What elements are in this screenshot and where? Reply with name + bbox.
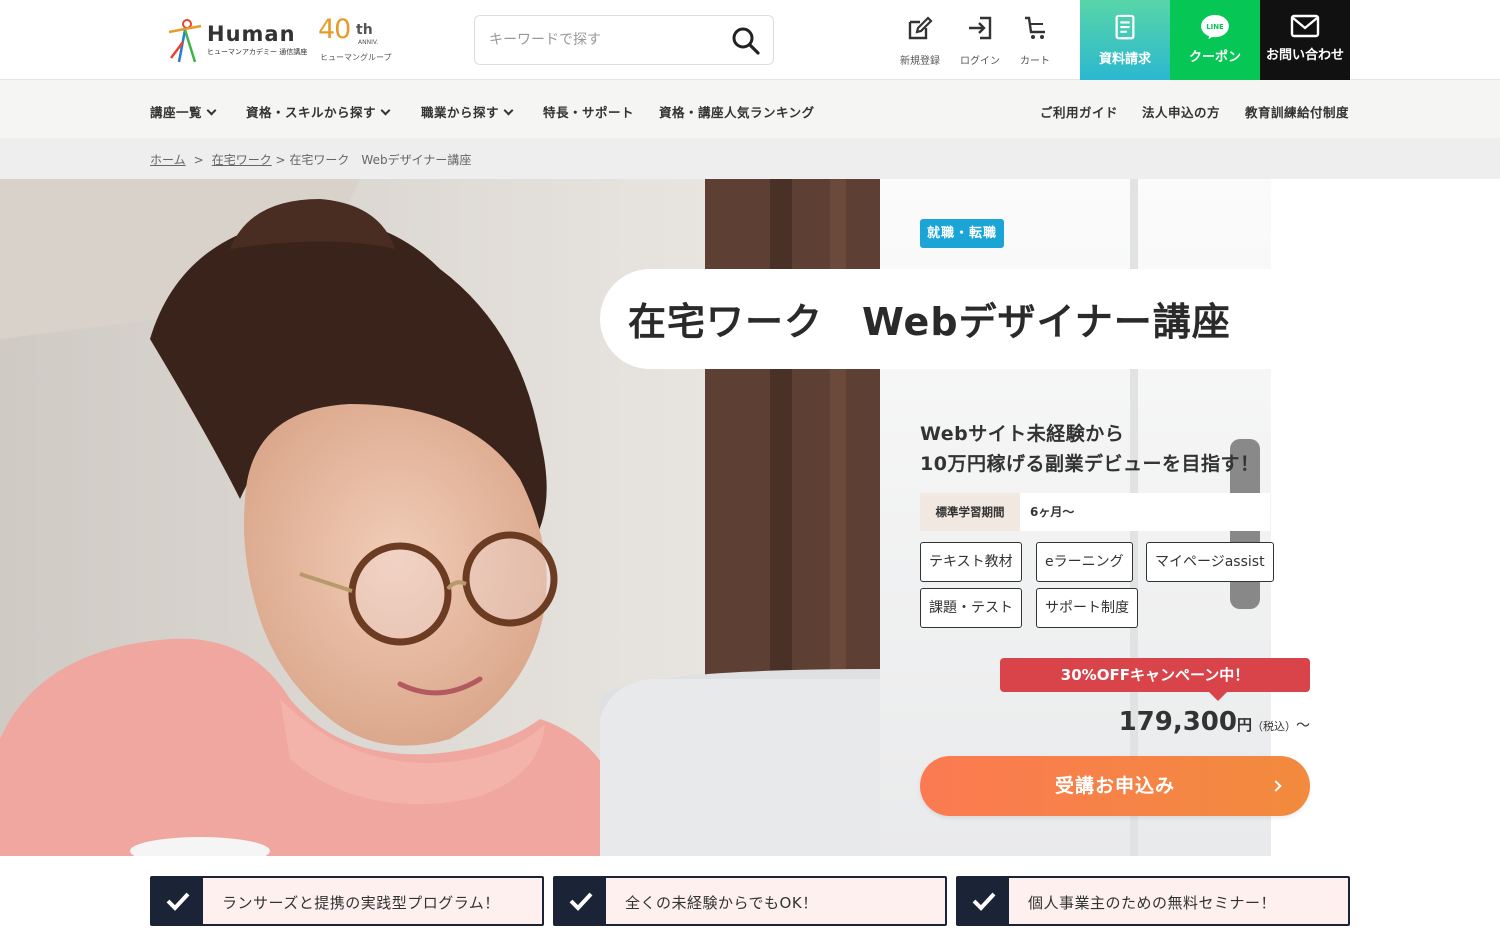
nav-search-by-skill-label: 資格・スキルから探す [246, 105, 377, 120]
breadcrumb-home[interactable]: ホーム [150, 153, 186, 167]
price-amount: 179,300 [1118, 707, 1237, 737]
register-link[interactable]: 新規登録 [895, 12, 945, 70]
price-tax-note: （税込） [1252, 720, 1296, 733]
human-figure-logo-icon [168, 19, 202, 63]
study-period: 標準学習期間 6ヶ月〜 [920, 493, 1270, 531]
feature-elearning: eラーニング [1036, 542, 1133, 582]
course-hero: 就職・転職 在宅ワーク Webデザイナー講座 Webサイト未経験から 10万円稼… [0, 179, 1500, 856]
catchphrase-line-2: 10万円稼げる副業デビューを目指す！ [920, 453, 1260, 475]
check-box [958, 878, 1009, 924]
selling-point: 個人事業主のための無料セミナー！ [956, 876, 1350, 926]
login-link[interactable]: ログイン [955, 12, 1005, 70]
feature-text-materials: テキスト教材 [920, 542, 1022, 582]
cart-link[interactable]: カート [1010, 12, 1060, 70]
login-label: ログイン [960, 56, 1000, 67]
request-docs-label: 資料請求 [1098, 52, 1151, 67]
human-academy-logo[interactable]: Human ヒューマンアカデミー 通信講座 [165, 16, 315, 66]
mail-icon [1290, 14, 1320, 38]
anniversary-logo: 40 th ANNIV. ヒューマングループ [318, 14, 398, 66]
nav-ranking[interactable]: 資格・講座人気ランキング [659, 102, 815, 121]
cart-label: カート [1020, 56, 1050, 67]
nav-corporate[interactable]: 法人申込の方 [1142, 102, 1220, 121]
breadcrumb-category[interactable]: 在宅ワーク [212, 153, 272, 167]
feature-assignments: 課題・テスト [920, 588, 1022, 628]
nav-course-list[interactable]: 講座一覧 [150, 102, 217, 121]
svg-text:LINE: LINE [1206, 23, 1224, 31]
nav-features-support[interactable]: 特長・サポート [543, 102, 634, 121]
site-header: Human ヒューマンアカデミー 通信講座 40 th ANNIV. ヒューマン… [0, 0, 1500, 80]
course-title: 在宅ワーク Webデザイナー講座 [628, 300, 1231, 344]
selling-point-text: ランサーズと提携の実践型プログラム！ [222, 894, 500, 912]
cart-icon [1025, 16, 1045, 39]
search-input[interactable] [489, 28, 719, 52]
selling-point: ランサーズと提携の実践型プログラム！ [150, 876, 544, 926]
anniversary-group: ヒューマングループ [320, 53, 392, 62]
study-period-label: 標準学習期間 [920, 493, 1020, 531]
coupon-button[interactable]: LINE クーポン [1170, 0, 1260, 80]
study-period-value: 6ヶ月〜 [1030, 505, 1075, 519]
line-icon: LINE [1201, 14, 1229, 40]
apply-button[interactable]: 受講お申込み [920, 756, 1310, 816]
price-currency: 円 [1236, 716, 1252, 734]
campaign-pointer [1209, 692, 1227, 701]
selling-point-text: 個人事業主のための無料セミナー！ [1028, 894, 1277, 912]
check-icon [166, 892, 190, 911]
register-label: 新規登録 [900, 56, 940, 67]
nav-search-by-job[interactable]: 職業から探す [421, 102, 514, 121]
nav-course-list-label: 講座一覧 [150, 105, 203, 120]
hero-right-margin [1271, 179, 1500, 856]
contact-button[interactable]: お問い合わせ [1260, 0, 1350, 80]
edit-icon [908, 16, 933, 40]
chevron-down-icon [380, 105, 391, 116]
logo-subtitle: ヒューマンアカデミー 通信講座 [207, 48, 308, 56]
selling-point-text: 全くの未経験からでもOK！ [625, 894, 818, 912]
apply-label: 受講お申込み [1054, 775, 1175, 797]
chevron-down-icon [206, 105, 217, 116]
feature-support: サポート制度 [1036, 588, 1138, 628]
anniversary-anniv: ANNIV. [358, 39, 379, 46]
chevron-down-icon [503, 105, 514, 116]
contact-label: お問い合わせ [1265, 48, 1344, 63]
campaign-banner: 30%OFFキャンペーン中！ [1000, 658, 1310, 692]
course-price: 179,300円（税込）～ [1119, 707, 1310, 737]
nav-education-benefit[interactable]: 教育訓練給付制度 [1245, 102, 1349, 121]
nav-search-by-job-label: 職業から探す [421, 105, 500, 120]
check-icon [569, 892, 593, 911]
breadcrumb-separator: > [193, 153, 204, 167]
anniversary-th: th [356, 22, 373, 38]
breadcrumb-current: > 在宅ワーク Webデザイナー講座 [275, 153, 472, 167]
course-catchphrase: Webサイト未経験から 10万円稼げる副業デビューを目指す！ [920, 419, 1259, 479]
price-tilde: ～ [1296, 718, 1310, 734]
search-icon[interactable] [731, 26, 761, 56]
request-docs-button[interactable]: 資料請求 [1080, 0, 1170, 80]
check-box [152, 878, 203, 924]
logo-wordmark: Human [207, 22, 296, 46]
search-box [474, 15, 774, 65]
course-title-pill: 在宅ワーク Webデザイナー講座 [600, 269, 1300, 369]
check-box [555, 878, 606, 924]
chevron-right-icon [1270, 780, 1282, 792]
breadcrumb: ホーム > 在宅ワーク > 在宅ワーク Webデザイナー講座 [0, 138, 1500, 179]
document-icon [1115, 14, 1135, 40]
catchphrase-line-1: Webサイト未経験から [920, 423, 1125, 445]
login-icon [969, 16, 992, 40]
selling-point: 全くの未経験からでもOK！ [553, 876, 947, 926]
nav-user-guide[interactable]: ご利用ガイド [1040, 102, 1118, 121]
global-nav: 講座一覧 資格・スキルから探す 職業から探す 特長・サポート 資格・講座人気ラン… [0, 80, 1500, 138]
feature-mypage-assist: マイページassist [1146, 542, 1274, 582]
category-tag[interactable]: 就職・転職 [920, 219, 1005, 248]
anniversary-number: 40 [318, 14, 351, 45]
coupon-label: クーポン [1188, 50, 1241, 65]
check-icon [972, 892, 996, 911]
nav-search-by-skill[interactable]: 資格・スキルから探す [246, 102, 391, 121]
